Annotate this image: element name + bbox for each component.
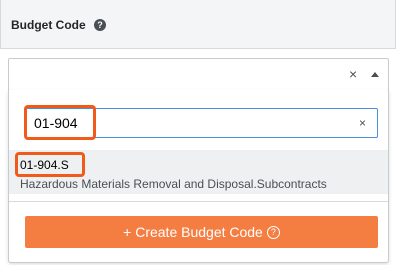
result-highlight-box: [15, 152, 85, 177]
clear-selection-icon[interactable]: ×: [349, 66, 357, 82]
help-icon[interactable]: ?: [266, 225, 280, 239]
create-budget-code-label: + Create Budget Code: [123, 224, 263, 240]
chevron-up-icon[interactable]: [371, 72, 379, 77]
create-budget-code-button[interactable]: + Create Budget Code ?: [25, 216, 378, 248]
divider: [9, 201, 388, 202]
list-item[interactable]: 01-904.S Hazardous Materials Removal and…: [9, 150, 388, 194]
budget-code-select[interactable]: ×: [8, 58, 389, 91]
budget-code-header: Budget Code ?: [0, 0, 396, 49]
budget-code-label: Budget Code: [11, 18, 86, 32]
search-highlight-box: [24, 105, 96, 140]
budget-code-dropdown: 01-904 × 01-904.S Hazardous Materials Re…: [8, 90, 389, 263]
clear-search-icon[interactable]: ×: [359, 116, 366, 130]
search-input[interactable]: 01-904 ×: [24, 105, 378, 140]
help-icon[interactable]: ?: [94, 19, 106, 31]
result-description: Hazardous Materials Removal and Disposal…: [20, 177, 327, 191]
